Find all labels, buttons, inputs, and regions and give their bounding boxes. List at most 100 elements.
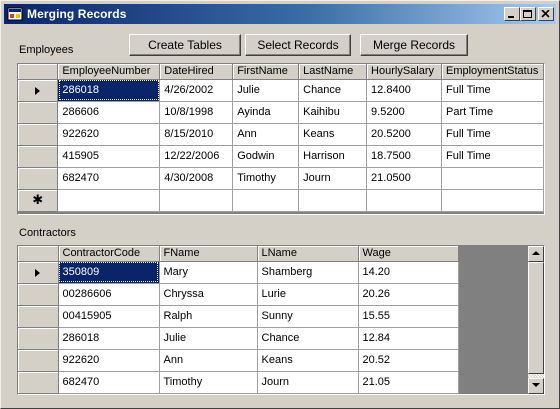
- table-cell[interactable]: 922620: [58, 349, 160, 372]
- table-cell[interactable]: 20.5200: [366, 123, 442, 146]
- row-header[interactable]: [18, 261, 59, 284]
- table-row[interactable]: 00415905 Ralph Sunny 15.55: [18, 305, 459, 328]
- table-cell[interactable]: 682470: [57, 167, 161, 190]
- table-cell[interactable]: 20.52: [358, 349, 459, 372]
- row-header[interactable]: [18, 349, 59, 372]
- col-header-lname[interactable]: LName: [257, 246, 359, 262]
- table-cell[interactable]: 350809: [58, 261, 160, 284]
- minimize-button[interactable]: [504, 7, 520, 21]
- table-cell[interactable]: 15.55: [358, 305, 459, 328]
- table-cell[interactable]: Ann: [232, 123, 300, 146]
- table-cell[interactable]: 682470: [58, 371, 160, 394]
- table-cell[interactable]: 20.26: [358, 283, 459, 306]
- table-cell[interactable]: 286606: [57, 101, 161, 124]
- row-header[interactable]: ✱: [18, 189, 59, 212]
- new-row[interactable]: ✱: [18, 189, 544, 212]
- scroll-thumb[interactable]: [528, 262, 544, 374]
- col-header-first-name[interactable]: FirstName: [232, 64, 300, 80]
- table-row[interactable]: 00286606 Chryssa Lurie 20.26: [18, 283, 459, 306]
- maximize-button[interactable]: [520, 7, 536, 21]
- table-row[interactable]: 922620 8/15/2010 Ann Keans 20.5200 Full …: [18, 123, 544, 146]
- table-cell[interactable]: Keans: [298, 123, 368, 146]
- table-row[interactable]: 286606 10/8/1998 Ayinda Kaihibu 9.5200 P…: [18, 101, 544, 124]
- table-cell[interactable]: Part Time: [441, 101, 544, 124]
- table-cell[interactable]: Kaihibu: [298, 101, 368, 124]
- row-header[interactable]: [18, 305, 59, 328]
- table-cell[interactable]: Shamberg: [257, 261, 359, 284]
- col-header-fname[interactable]: FName: [159, 246, 258, 262]
- merge-records-button[interactable]: Merge Records: [360, 34, 468, 56]
- table-row[interactable]: 682470 4/30/2008 Timothy Journ 21.0500: [18, 167, 544, 190]
- employees-grid[interactable]: EmployeeNumber DateHired FirstName LastN…: [17, 63, 545, 215]
- table-cell[interactable]: 12.84: [358, 327, 459, 350]
- table-cell[interactable]: 4/26/2002: [159, 79, 234, 102]
- table-cell[interactable]: Full Time: [441, 79, 544, 102]
- row-header[interactable]: [18, 101, 59, 124]
- contractors-vertical-scrollbar[interactable]: [528, 246, 544, 394]
- corner-header[interactable]: [18, 246, 59, 262]
- table-cell[interactable]: [298, 189, 368, 212]
- table-cell[interactable]: [441, 189, 544, 212]
- close-button[interactable]: [538, 7, 554, 21]
- col-header-wage[interactable]: Wage: [358, 246, 459, 262]
- contractors-grid[interactable]: ContractorCode FName LName Wage 350809 M…: [17, 245, 545, 395]
- table-cell[interactable]: Mary: [159, 261, 258, 284]
- table-cell[interactable]: Ayinda: [232, 101, 300, 124]
- table-row[interactable]: 415905 12/22/2006 Godwin Harrison 18.750…: [18, 145, 544, 168]
- table-cell[interactable]: Sunny: [257, 305, 359, 328]
- table-cell[interactable]: Journ: [257, 371, 359, 394]
- table-cell[interactable]: 8/15/2010: [159, 123, 234, 146]
- table-cell[interactable]: Julie: [232, 79, 300, 102]
- table-cell[interactable]: 21.0500: [366, 167, 442, 190]
- table-cell[interactable]: 12.8400: [366, 79, 442, 102]
- col-header-last-name[interactable]: LastName: [298, 64, 368, 80]
- row-header[interactable]: [18, 167, 59, 190]
- table-cell[interactable]: 00415905: [58, 305, 160, 328]
- form-icon[interactable]: [7, 6, 23, 22]
- col-header-date-hired[interactable]: DateHired: [159, 64, 234, 80]
- title-bar[interactable]: Merging Records: [4, 4, 556, 24]
- table-row[interactable]: 286018 Julie Chance 12.84: [18, 327, 459, 350]
- col-header-hourly-salary[interactable]: HourlySalary: [366, 64, 442, 80]
- corner-header[interactable]: [18, 64, 59, 80]
- table-cell[interactable]: Timothy: [232, 167, 300, 190]
- col-header-employee-number[interactable]: EmployeeNumber: [57, 64, 161, 80]
- table-cell[interactable]: [366, 189, 442, 212]
- table-cell[interactable]: Chryssa: [159, 283, 258, 306]
- col-header-contractor-code[interactable]: ContractorCode: [58, 246, 160, 262]
- table-cell[interactable]: Harrison: [298, 145, 368, 168]
- table-cell[interactable]: 12/22/2006: [159, 145, 234, 168]
- table-cell[interactable]: [441, 167, 544, 190]
- table-row[interactable]: 350809 Mary Shamberg 14.20: [18, 261, 459, 284]
- table-cell[interactable]: Chance: [298, 79, 368, 102]
- table-cell[interactable]: 415905: [57, 145, 161, 168]
- table-cell[interactable]: 21.05: [358, 371, 459, 394]
- table-cell[interactable]: 14.20: [358, 261, 459, 284]
- row-header[interactable]: [18, 371, 59, 394]
- row-header[interactable]: [18, 145, 59, 168]
- table-cell[interactable]: Full Time: [441, 123, 544, 146]
- table-row[interactable]: 286018 4/26/2002 Julie Chance 12.8400 Fu…: [18, 79, 544, 102]
- table-cell[interactable]: Ann: [159, 349, 258, 372]
- scroll-down-button[interactable]: [528, 378, 544, 394]
- table-cell[interactable]: Journ: [298, 167, 368, 190]
- table-cell[interactable]: 286018: [58, 327, 160, 350]
- table-cell[interactable]: 4/30/2008: [159, 167, 234, 190]
- table-cell[interactable]: 286018: [57, 79, 161, 102]
- table-cell[interactable]: Timothy: [159, 371, 258, 394]
- table-cell[interactable]: 18.7500: [366, 145, 442, 168]
- row-header[interactable]: [18, 327, 59, 350]
- table-cell[interactable]: Chance: [257, 327, 359, 350]
- table-cell[interactable]: 9.5200: [366, 101, 442, 124]
- table-cell[interactable]: Ralph: [159, 305, 258, 328]
- table-cell[interactable]: Julie: [159, 327, 258, 350]
- table-cell[interactable]: 00286606: [58, 283, 160, 306]
- row-header[interactable]: [18, 123, 59, 146]
- create-tables-button[interactable]: Create Tables: [129, 34, 241, 56]
- table-cell[interactable]: Godwin: [232, 145, 300, 168]
- table-cell[interactable]: Full Time: [441, 145, 544, 168]
- table-cell[interactable]: Lurie: [257, 283, 359, 306]
- col-header-employment-status[interactable]: EmploymentStatus: [441, 64, 544, 80]
- table-row[interactable]: 682470 Timothy Journ 21.05: [18, 371, 459, 394]
- row-header[interactable]: [18, 283, 59, 306]
